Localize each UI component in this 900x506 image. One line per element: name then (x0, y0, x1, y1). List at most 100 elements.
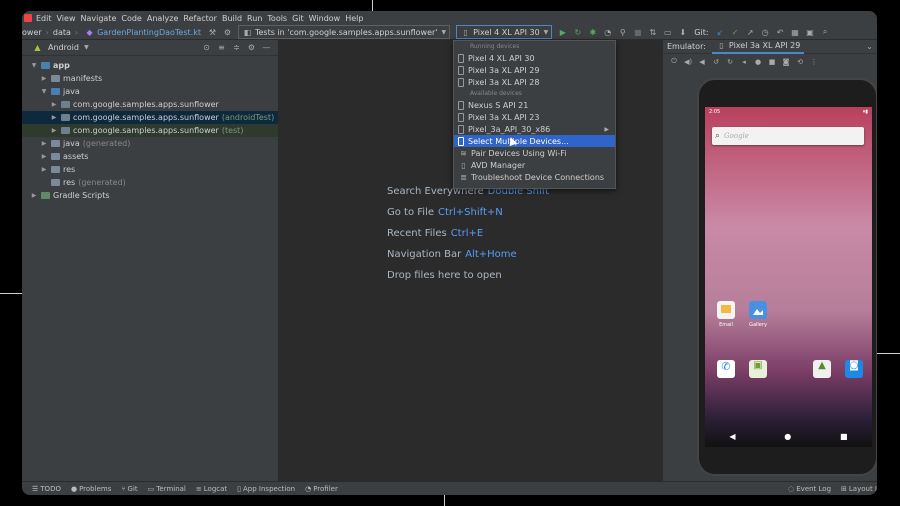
locate-icon[interactable]: ⊙ (201, 42, 212, 53)
menu-refactor[interactable]: Refactor (183, 14, 217, 23)
run-icon[interactable]: ▶ (557, 27, 568, 38)
build-icon[interactable]: ⚙ (222, 27, 233, 38)
device-select[interactable]: ▯ Pixel 4 XL API 30 ▼ (456, 25, 553, 39)
back-icon[interactable]: ◂ (737, 58, 751, 66)
menu-build[interactable]: Build (222, 14, 242, 23)
sync-icon[interactable]: ⇅ (647, 27, 658, 38)
volume-up-icon[interactable]: ◀) (681, 58, 695, 66)
attach-debugger-icon[interactable]: ⚲ (617, 27, 628, 38)
tree-item-package-test[interactable]: ▶ com.google.samples.apps.sunflower (tes… (22, 124, 278, 137)
menu-window[interactable]: Window (309, 14, 341, 23)
expand-arrow-icon[interactable]: ▼ (40, 88, 48, 95)
rotate-left-icon[interactable]: ↺ (709, 58, 723, 66)
collapse-arrow-icon[interactable]: ▶ (50, 127, 58, 134)
run-configuration-select[interactable]: ◧ Tests in 'com.google.samples.apps.sunf… (237, 25, 451, 39)
android-app-icon[interactable]: ▲ (813, 360, 831, 378)
tree-item-package-androidtest[interactable]: ▶ com.google.samples.apps.sunflower (and… (22, 111, 278, 124)
nav-home-icon[interactable]: ● (784, 432, 791, 441)
gallery-app-icon[interactable] (749, 301, 767, 319)
search-icon[interactable]: ⌕ (820, 27, 831, 38)
tree-item-res-generated[interactable]: res (generated) (22, 176, 278, 189)
menu-view[interactable]: View (57, 14, 76, 23)
menu-analyze[interactable]: Analyze (147, 14, 179, 23)
tree-item-assets[interactable]: ▶ assets (22, 150, 278, 163)
breadcrumb-project[interactable]: ower (22, 28, 42, 37)
collapse-arrow-icon[interactable]: ▶ (50, 114, 58, 121)
device-item-nexus-s-api-21[interactable]: Nexus S API 21 (454, 99, 615, 111)
sdk-icon[interactable]: ⬇ (677, 27, 688, 38)
problems-tab[interactable]: ● Problems (71, 485, 111, 493)
nav-overview-icon[interactable]: ■ (840, 432, 848, 441)
git-push-icon[interactable]: ↗ (745, 27, 756, 38)
more-options-icon[interactable]: ⋮ (807, 58, 821, 66)
troubleshoot-connections-item[interactable]: ≣ Troubleshoot Device Connections (454, 171, 615, 183)
collapse-arrow-icon[interactable]: ▶ (40, 153, 48, 160)
pair-devices-wifi-item[interactable]: ≋ Pair Devices Using Wi-Fi (454, 147, 615, 159)
git-tab[interactable]: ⑂ Git (121, 485, 137, 493)
rotate-right-icon[interactable]: ↻ (723, 58, 737, 66)
profile-icon[interactable]: ◔ (602, 27, 613, 38)
debug-icon[interactable]: ✱ (587, 27, 598, 38)
profiler-tab[interactable]: ◔ Profiler (305, 485, 338, 493)
menu-navigate[interactable]: Navigate (80, 14, 116, 23)
app-inspection-tab[interactable]: ▯ App Inspection (237, 485, 295, 493)
logcat-tab[interactable]: ≡ Logcat (196, 485, 227, 493)
minimize-icon[interactable]: — (261, 42, 272, 53)
collapse-arrow-icon[interactable]: ▶ (50, 101, 58, 108)
git-rollback-icon[interactable]: ↶ (775, 27, 786, 38)
menu-help[interactable]: Help (345, 14, 363, 23)
device-manager-icon[interactable]: ▣ (805, 27, 816, 38)
event-log-tab[interactable]: ◌ Event Log (788, 485, 831, 493)
todo-tab[interactable]: ☰ TODO (32, 485, 61, 493)
device-item-pixel-3a-xl-api-23[interactable]: Pixel 3a XL API 23 (454, 111, 615, 123)
avd-manager-item[interactable]: ▯ AVD Manager (454, 159, 615, 171)
camera-icon[interactable]: ◙ (779, 58, 793, 66)
device-screen[interactable]: 2:05 ▾▮ ⌕ Google Email Gallery ✆ ▣ ▲ ◙ ◀… (705, 107, 872, 447)
collapse-arrow-icon[interactable]: ▶ (40, 166, 48, 173)
breadcrumb-file[interactable]: GardenPlantingDaoTest.kt (97, 28, 201, 37)
tree-item-res[interactable]: ▶ res (22, 163, 278, 176)
project-structure-icon[interactable]: ▦ (790, 27, 801, 38)
device-item-pixel-3a-api-30-x86[interactable]: Pixel_3a_API_30_x86 ▶ (454, 123, 615, 135)
tree-item-manifests[interactable]: ▶ manifests (22, 72, 278, 85)
select-multiple-devices-item[interactable]: Select Multiple Devices... (454, 135, 615, 147)
avd-icon[interactable]: ▭ (662, 27, 673, 38)
home-icon[interactable]: ● (751, 58, 765, 66)
tree-item-package[interactable]: ▶ com.google.samples.apps.sunflower (22, 98, 278, 111)
git-history-icon[interactable]: ◷ (760, 27, 771, 38)
menu-git[interactable]: Git (292, 14, 304, 23)
terminal-tab[interactable]: ▭ Terminal (148, 485, 186, 493)
overview-icon[interactable]: ■ (765, 58, 779, 66)
git-commit-icon[interactable]: ✓ (730, 27, 741, 38)
apply-changes-icon[interactable]: ↻ (572, 27, 583, 38)
expand-arrow-icon[interactable]: ▼ (30, 62, 38, 69)
tree-item-java[interactable]: ▼ java (22, 85, 278, 98)
breadcrumb-data[interactable]: data (53, 28, 71, 37)
menu-run[interactable]: Run (247, 14, 262, 23)
git-update-icon[interactable]: ↙ (715, 27, 726, 38)
collapse-arrow-icon[interactable]: ▶ (40, 75, 48, 82)
menu-tools[interactable]: Tools (267, 14, 287, 23)
emulator-device-tab[interactable]: ▯ Pixel 3a XL API 29 (711, 40, 805, 54)
volume-down-icon[interactable]: ◀ (695, 58, 709, 66)
tree-item-app[interactable]: ▼ app (22, 59, 278, 72)
layout-inspector-tab[interactable]: ⊞ Layout I (841, 485, 877, 493)
snapshot-icon[interactable]: ⟲ (793, 58, 807, 66)
hammer-icon[interactable]: ⚒ (207, 27, 218, 38)
collapse-all-icon[interactable]: ≑ (231, 42, 242, 53)
email-app-icon[interactable] (717, 301, 735, 319)
device-item-pixel-4-xl-api-30[interactable]: Pixel 4 XL API 30 (454, 52, 615, 64)
tree-item-java-generated[interactable]: ▶ java (generated) (22, 137, 278, 150)
api-demos-app-icon[interactable]: ▣ (749, 360, 767, 378)
power-icon[interactable]: ⏻ (667, 57, 681, 66)
device-item-pixel-3a-xl-api-29[interactable]: Pixel 3a XL API 29 (454, 64, 615, 76)
project-view-select[interactable]: Android (48, 43, 79, 52)
collapse-arrow-icon[interactable]: ▶ (40, 140, 48, 147)
chevron-down-icon[interactable]: ⌄ (864, 41, 875, 52)
gear-icon[interactable]: ⚙ (246, 42, 257, 53)
nav-back-icon[interactable]: ◀ (729, 432, 735, 441)
google-search-widget[interactable]: ⌕ Google (712, 127, 864, 145)
chevron-down-icon[interactable]: ▼ (81, 42, 92, 53)
phone-app-icon[interactable]: ✆ (717, 360, 735, 378)
camera-app-icon[interactable]: ◙ (845, 360, 863, 378)
